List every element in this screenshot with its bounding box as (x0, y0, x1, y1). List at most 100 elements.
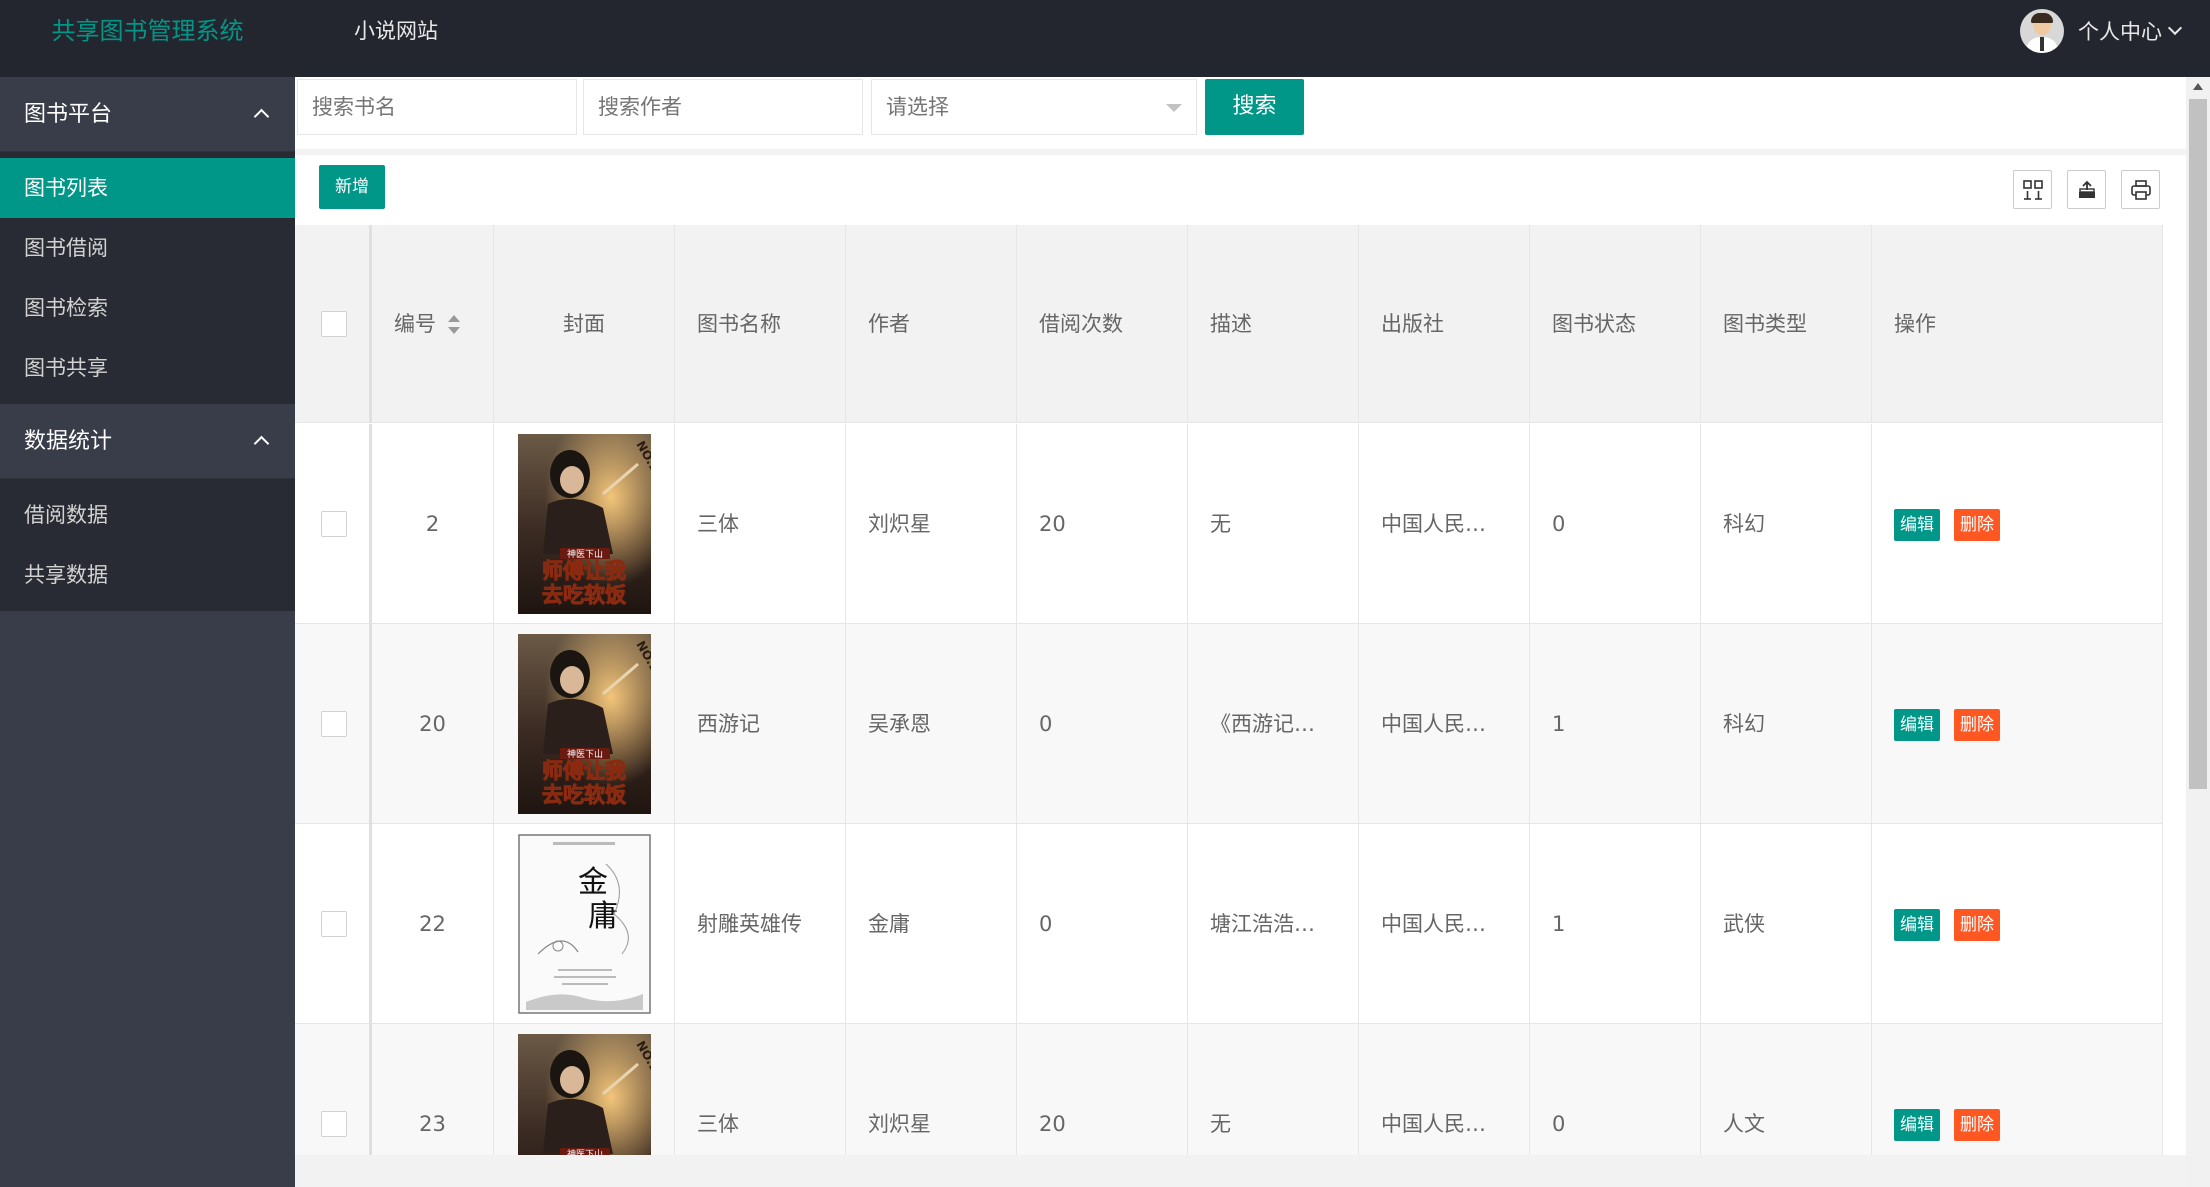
cell-description: 无 (1188, 1024, 1359, 1155)
type-select-value: 请选择 (886, 95, 949, 119)
row-checkbox[interactable] (321, 911, 347, 937)
cell-cover: NO.1 神医下山 师傅让我 去吃软饭 (494, 624, 675, 824)
edit-button[interactable]: 编辑 (1894, 909, 1940, 941)
cell-status: 0 (1530, 424, 1701, 624)
chevron-down-icon[interactable] (2167, 20, 2183, 36)
cell-book-name: 西游记 (675, 624, 846, 824)
search-button[interactable]: 搜索 (1205, 79, 1304, 135)
cell-status: 1 (1530, 624, 1701, 824)
table-row[interactable]: 20 NO.1 神医下山 师傅让我 去吃软饭 西游记 吴承恩 0 《西游记… 中国人民…… (295, 624, 2163, 824)
nav-link-novel-site[interactable]: 小说网站 (354, 0, 438, 62)
column-header-actions: 操作 (1872, 225, 2163, 423)
cell-actions: 编辑 删除 (1872, 624, 2163, 824)
cell-author: 刘炽星 (846, 424, 1017, 624)
cell-author: 刘炽星 (846, 1024, 1017, 1155)
cell-id: 23 (372, 1024, 494, 1155)
app-title[interactable]: 共享图书管理系统 (0, 0, 295, 77)
vertical-scrollbar[interactable] (2186, 77, 2210, 1187)
book-cover: NO.1 神医下山 师傅让我 去吃软饭 (518, 1034, 662, 1155)
cell-author: 吴承恩 (846, 624, 1017, 824)
table-row[interactable]: 2 NO.1 神医下山 师傅让我 去吃软饭 三体 刘炽星 20 无中国人民… 0 科幻 编辑… (295, 424, 2163, 624)
cell-cover: NO.1 神医下山 师傅让我 去吃软饭 (494, 424, 675, 624)
column-header-name: 图书名称 (675, 225, 846, 423)
cell-id: 20 (372, 624, 494, 824)
chevron-up-icon (253, 435, 270, 452)
sidebar-submenu: 图书列表 图书借阅 图书检索 图书共享 (0, 152, 295, 404)
user-menu[interactable]: 个人中心 (2020, 0, 2183, 62)
svg-text:去吃软饭: 去吃软饭 (542, 583, 626, 607)
column-header-id[interactable]: 编号 (372, 225, 494, 423)
cell-borrow-count: 0 (1017, 824, 1188, 1024)
column-header-type: 图书类型 (1701, 225, 1872, 423)
sidebar-group-label: 图书平台 (24, 102, 113, 127)
select-all-checkbox[interactable] (321, 311, 347, 337)
row-checkbox[interactable] (321, 1111, 347, 1137)
table-row[interactable]: 23 NO.1 神医下山 师傅让我 去吃软饭 三体刘炽星20无中国人民…0人文编… (295, 1024, 2163, 1155)
cell-book-name: 三体 (675, 1024, 846, 1155)
avatar[interactable] (2020, 9, 2064, 53)
row-checkbox-cell (295, 824, 372, 1024)
sidebar-group-book-platform[interactable]: 图书平台 (0, 77, 295, 152)
delete-button[interactable]: 删除 (1954, 1109, 2000, 1141)
column-header-description: 描述 (1188, 225, 1359, 423)
cell-actions: 编辑 删除 (1872, 424, 2163, 624)
sidebar-group-statistics[interactable]: 数据统计 (0, 404, 295, 479)
sidebar-item-borrow-data[interactable]: 借阅数据 (0, 485, 295, 545)
cell-borrow-count: 0 (1017, 624, 1188, 824)
cell-type: 科幻 (1701, 624, 1872, 824)
svg-text:师傅让我: 师傅让我 (542, 759, 626, 783)
scroll-up-arrow-icon[interactable] (2193, 83, 2203, 90)
book-cover-image: NO.1 神医下山 师傅让我 去吃软饭 (518, 1034, 662, 1155)
cell-status: 0 (1530, 1024, 1701, 1155)
table-row[interactable]: 22 金 庸 射雕英雄传 金庸 0 塘江浩浩… 中国人民… 1 武侠 编辑 删除 (295, 824, 2163, 1024)
delete-button[interactable]: 删除 (1954, 909, 2000, 941)
edit-button[interactable]: 编辑 (1894, 709, 1940, 741)
cell-description: 《西游记… (1188, 624, 1359, 824)
sidebar-item-share-data[interactable]: 共享数据 (0, 545, 295, 605)
table-body: 2 NO.1 神医下山 师傅让我 去吃软饭 三体 刘炽星 20 无中国人民… 0 科幻 编辑… (295, 424, 2163, 1155)
row-checkbox[interactable] (321, 711, 347, 737)
sidebar-item-book-share[interactable]: 图书共享 (0, 338, 295, 398)
edit-button[interactable]: 编辑 (1894, 1109, 1940, 1141)
svg-text:神医下山: 神医下山 (567, 1148, 603, 1155)
print-icon[interactable] (2121, 170, 2160, 209)
sidebar-group-label: 数据统计 (24, 429, 113, 454)
cell-id: 2 (372, 424, 494, 624)
sidebar-item-book-list[interactable]: 图书列表 (0, 158, 295, 218)
delete-button[interactable]: 删除 (1954, 509, 2000, 541)
user-menu-label[interactable]: 个人中心 (2078, 16, 2162, 46)
row-checkbox[interactable] (321, 511, 347, 537)
cell-id: 22 (372, 824, 494, 1024)
delete-button[interactable]: 删除 (1954, 709, 2000, 741)
edit-button[interactable]: 编辑 (1894, 509, 1940, 541)
cell-publisher: 中国人民… (1359, 824, 1530, 1024)
type-select[interactable]: 请选择 (871, 79, 1197, 135)
add-button[interactable]: 新增 (319, 165, 385, 209)
sidebar-item-book-borrow[interactable]: 图书借阅 (0, 218, 295, 278)
svg-text:庸: 庸 (588, 899, 618, 934)
cell-type: 人文 (1701, 1024, 1872, 1155)
sidebar-item-book-search[interactable]: 图书检索 (0, 278, 295, 338)
cell-cover: NO.1 神医下山 师傅让我 去吃软饭 (494, 1024, 675, 1155)
book-name-search-input[interactable]: 搜索书名 (297, 79, 577, 135)
top-header: 共享图书管理系统 小说网站 个人中心 (0, 0, 2210, 77)
dropdown-arrow-icon (1166, 104, 1182, 112)
author-search-input[interactable]: 搜索作者 (583, 79, 863, 135)
sort-icon[interactable] (448, 315, 460, 335)
footer-band (295, 1155, 2186, 1187)
cell-publisher: 中国人民… (1359, 424, 1530, 624)
book-cover-image: NO.1 神医下山 师傅让我 去吃软饭 (518, 634, 662, 814)
cell-cover: 金 庸 (494, 824, 675, 1024)
row-checkbox-cell (295, 424, 372, 624)
book-cover-image: NO.1 神医下山 师傅让我 去吃软饭 (518, 434, 662, 614)
svg-text:金: 金 (578, 865, 608, 900)
columns-icon[interactable] (2013, 170, 2052, 209)
scrollbar-thumb[interactable] (2189, 99, 2207, 789)
cell-description: 塘江浩浩… (1188, 824, 1359, 1024)
book-cover-image: 金 庸 (518, 834, 651, 1014)
book-cover: 金 庸 (518, 834, 651, 1014)
export-icon[interactable] (2067, 170, 2106, 209)
book-cover: NO.1 神医下山 师傅让我 去吃软饭 (518, 634, 662, 814)
cell-publisher: 中国人民… (1359, 624, 1530, 824)
divider (295, 149, 2186, 155)
